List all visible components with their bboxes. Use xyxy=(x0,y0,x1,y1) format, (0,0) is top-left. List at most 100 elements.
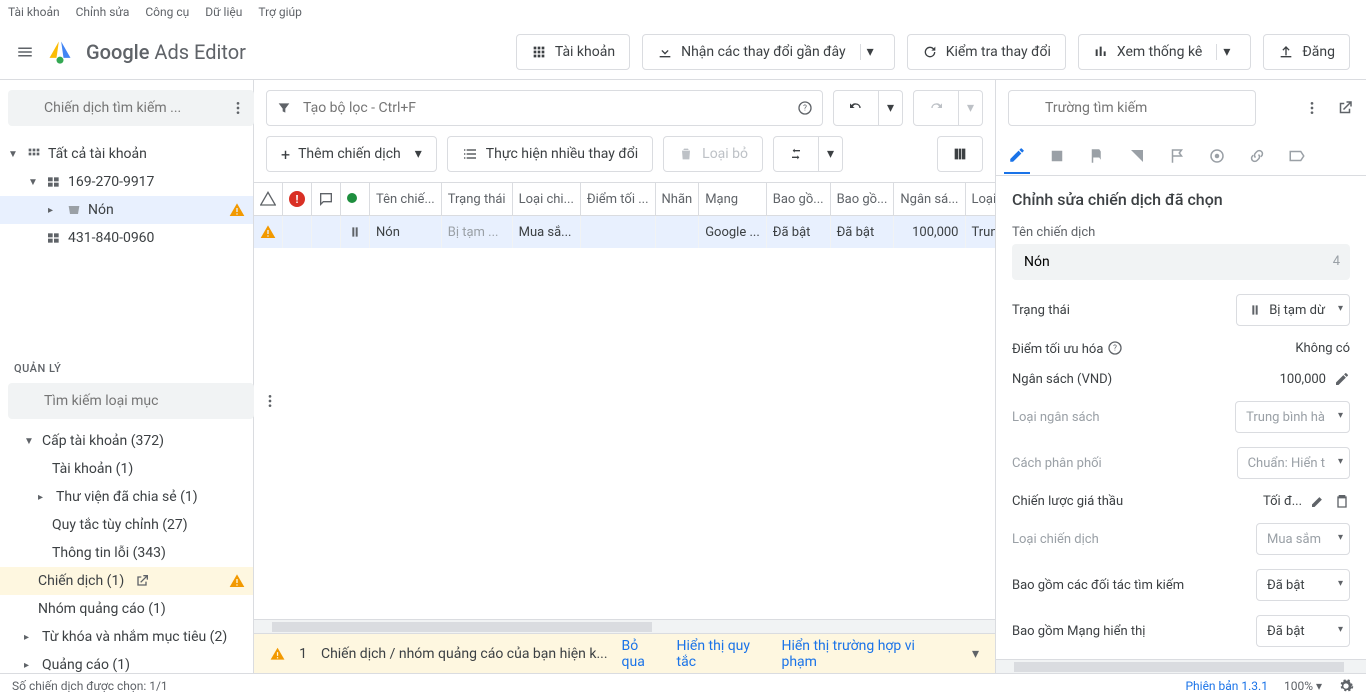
col-network[interactable]: Mạng xyxy=(699,183,767,216)
columns-button[interactable] xyxy=(937,136,983,172)
flag-icon xyxy=(1088,147,1106,165)
menu-account[interactable]: Tài khoản xyxy=(8,5,60,19)
menu-tools[interactable]: Công cụ xyxy=(145,5,189,19)
tree-campaign-non[interactable]: ▸ Nón xyxy=(0,196,253,224)
tab-8[interactable] xyxy=(1284,139,1310,173)
right-hscroll[interactable] xyxy=(996,659,1366,673)
menu-edit[interactable]: Chỉnh sửa xyxy=(76,5,130,19)
field-search-input[interactable] xyxy=(1008,90,1256,126)
tree-all-accounts[interactable]: ▼ Tất cả tài khoản xyxy=(0,140,253,168)
mgmt-keywords[interactable]: ▸Từ khóa và nhắm mục tiêu (2) xyxy=(0,623,253,651)
display-label: Bao gồm Mạng hiển thị xyxy=(1012,624,1246,639)
col-incl1[interactable]: Bao gồ... xyxy=(766,183,830,216)
budget-value: 100,000 xyxy=(1280,372,1326,387)
gear-icon[interactable] xyxy=(1338,678,1354,694)
mgmt-accounts[interactable]: Tài khoản (1) xyxy=(0,455,253,483)
menu-help[interactable]: Trợ giúp xyxy=(258,5,302,19)
mgmt-adgroups[interactable]: Nhóm quảng cáo (1) xyxy=(0,595,253,623)
tree-account-1[interactable]: ▼ 169-270-9917 xyxy=(0,168,253,196)
add-campaign-button[interactable]: +Thêm chiến dịch▾ xyxy=(266,136,437,172)
post-button[interactable]: Đăng xyxy=(1263,34,1350,70)
col-status-dot[interactable] xyxy=(341,183,370,216)
name-input[interactable] xyxy=(1012,244,1350,280)
multi-change-button[interactable]: Thực hiện nhiều thay đổi xyxy=(447,136,653,172)
help-icon[interactable]: ? xyxy=(1107,340,1123,356)
flag-outline-icon xyxy=(1168,147,1186,165)
clipboard-icon[interactable] xyxy=(1334,493,1350,509)
campaign-table: ! Tên chiế... Trạng thái Loại chi... Điể… xyxy=(254,182,995,619)
tab-edit[interactable] xyxy=(1004,138,1030,174)
alert-violation-link[interactable]: Hiển thị trường hợp vi phạm xyxy=(781,638,944,670)
warning-icon xyxy=(229,573,245,589)
mgmt-account-level[interactable]: ▼Cấp tài khoản (372) xyxy=(0,427,253,455)
status-select[interactable]: Bị tạm dừ▾ xyxy=(1236,294,1350,326)
campaign-search-input[interactable] xyxy=(8,90,254,126)
alert-skip-link[interactable]: Bỏ qua xyxy=(622,638,663,670)
tab-2[interactable] xyxy=(1044,139,1070,173)
delivery-select[interactable]: Chuẩn: Hiển t▾ xyxy=(1237,447,1350,479)
accounts-button[interactable]: Tài khoản xyxy=(516,34,630,70)
ctype-select[interactable]: Mua sắm▾ xyxy=(1256,523,1350,555)
mgmt-custom-rules[interactable]: Quy tắc tùy chỉnh (27) xyxy=(0,511,253,539)
more-vert-icon[interactable] xyxy=(230,100,246,116)
col-name[interactable]: Tên chiế... xyxy=(370,183,442,216)
col-opt[interactable]: Điểm tối ... xyxy=(580,183,655,216)
search-partners-select[interactable]: Đã bật▾ xyxy=(1256,569,1350,601)
tab-3[interactable] xyxy=(1084,139,1110,173)
stats-icon xyxy=(1093,44,1109,60)
btype-select[interactable]: Trung bình hà▾ xyxy=(1235,401,1350,433)
menu-data[interactable]: Dữ liệu xyxy=(205,5,242,19)
version-link[interactable]: Phiên bản 1.3.1 xyxy=(1185,679,1268,693)
filter-input[interactable] xyxy=(266,90,823,126)
col-label[interactable]: Nhãn xyxy=(655,183,699,216)
tab-7[interactable] xyxy=(1244,139,1270,173)
col-budget[interactable]: Ngân sá... xyxy=(894,183,965,216)
mgmt-ads[interactable]: ▸Quảng cáo (1) xyxy=(0,651,253,673)
hamburger-icon[interactable] xyxy=(16,43,34,61)
horizontal-scrollbar[interactable] xyxy=(254,619,995,633)
svg-text:?: ? xyxy=(803,104,807,113)
col-alert[interactable]: ! xyxy=(283,183,312,216)
replace-button[interactable] xyxy=(773,136,819,172)
col-type[interactable]: Loại chi... xyxy=(512,183,580,216)
account-tree: ▼ Tất cả tài khoản ▼ 169-270-9917 ▸ Nón … xyxy=(0,136,253,346)
col-error[interactable] xyxy=(254,183,283,216)
display-select[interactable]: Đã bật▾ xyxy=(1256,615,1350,647)
more-vert-icon[interactable] xyxy=(1304,100,1320,116)
replace-dropdown[interactable]: ▾ xyxy=(819,136,843,172)
pencil-icon[interactable] xyxy=(1310,493,1326,509)
col-btype[interactable]: Loại ngâ... xyxy=(965,183,995,216)
chevron-down-icon[interactable]: ▾ xyxy=(860,44,880,60)
zoom-level[interactable]: 100% ▾ xyxy=(1284,679,1322,693)
tab-5[interactable] xyxy=(1164,139,1190,173)
tab-4[interactable] xyxy=(1124,139,1150,173)
tree-account-2[interactable]: 431-840-0960 xyxy=(0,224,253,252)
undo-button[interactable] xyxy=(833,90,879,126)
col-incl2[interactable]: Bao gồ... xyxy=(830,183,894,216)
table-row[interactable]: Nón Bị tạm ... Mua sắ... Google ... Đã b… xyxy=(254,216,995,249)
tab-6[interactable] xyxy=(1204,139,1230,173)
open-external-icon[interactable] xyxy=(134,573,150,589)
remove-button[interactable]: Loại bỏ xyxy=(663,136,763,172)
col-comment[interactable] xyxy=(312,183,341,216)
alert-rule-link[interactable]: Hiển thị quy tắc xyxy=(677,638,768,670)
mgmt-errors[interactable]: Thông tin lỗi (343) xyxy=(0,539,253,567)
chevron-down-icon[interactable]: ▾ xyxy=(1216,44,1236,60)
account-icon xyxy=(46,174,62,190)
shopping-icon xyxy=(66,202,82,218)
mgmt-shared-lib[interactable]: ▸Thư viện đã chia sẻ (1) xyxy=(0,483,253,511)
undo-dropdown[interactable]: ▾ xyxy=(879,90,903,126)
open-external-icon[interactable] xyxy=(1336,99,1354,117)
redo-button[interactable] xyxy=(913,90,959,126)
chevron-down-icon[interactable]: ▾ xyxy=(972,646,979,662)
col-state[interactable]: Trạng thái xyxy=(441,183,512,216)
type-search-input[interactable] xyxy=(8,383,254,419)
help-icon[interactable]: ? xyxy=(797,100,813,116)
menu-bar[interactable]: Tài khoản Chỉnh sửa Công cụ Dữ liệu Trợ … xyxy=(0,0,1366,24)
check-changes-button[interactable]: Kiểm tra thay đổi xyxy=(907,34,1066,70)
pencil-icon[interactable] xyxy=(1334,371,1350,387)
redo-dropdown[interactable]: ▾ xyxy=(959,90,983,126)
recent-changes-button[interactable]: Nhận các thay đổi gần đây ▾ xyxy=(642,34,895,70)
mgmt-campaigns[interactable]: Chiến dịch (1) xyxy=(0,567,253,595)
stats-button[interactable]: Xem thống kê ▾ xyxy=(1078,34,1252,70)
